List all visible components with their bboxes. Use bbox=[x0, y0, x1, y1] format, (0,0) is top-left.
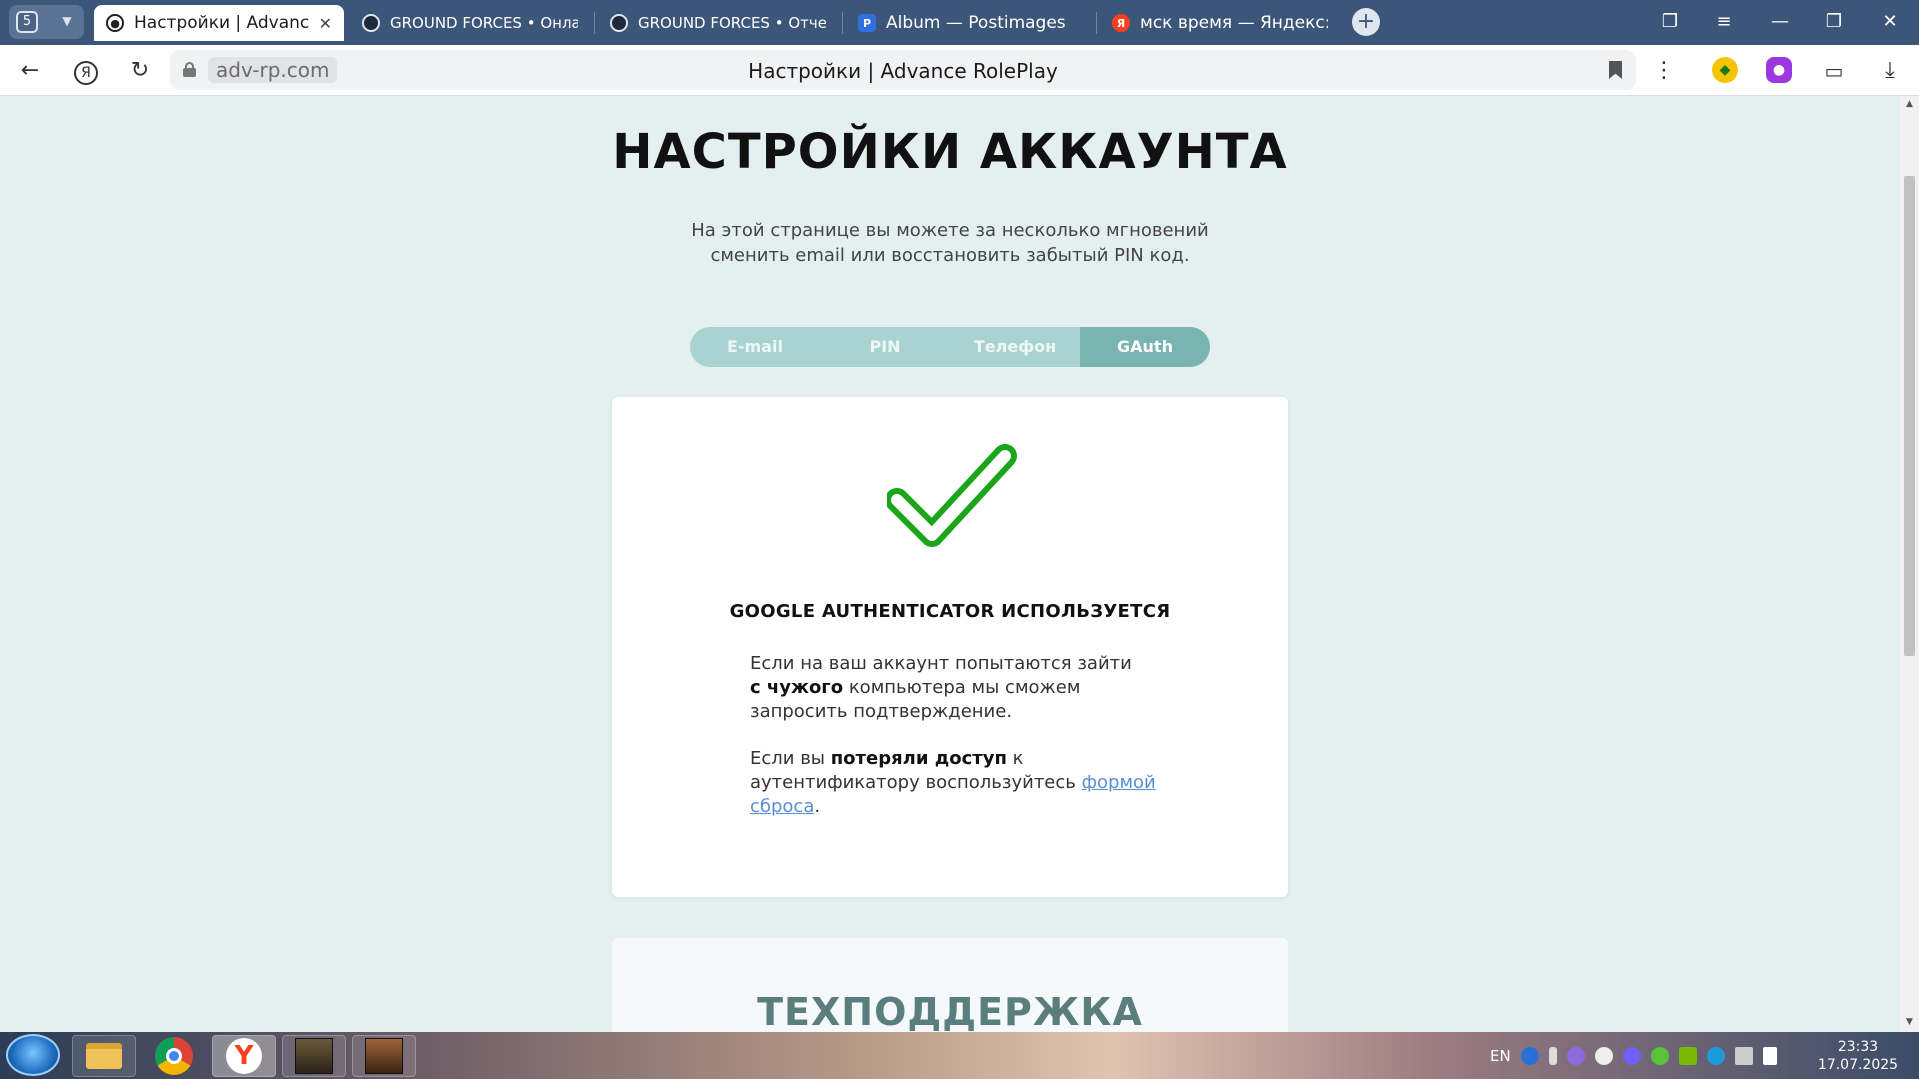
page-scrollbar[interactable]: ▲ ▼ bbox=[1900, 96, 1919, 1032]
tab-pin[interactable]: PIN bbox=[820, 327, 950, 367]
menu-icon[interactable]: ≡ bbox=[1706, 8, 1742, 36]
tab-title: GROUND FORCES • Отчетная д bbox=[638, 14, 826, 32]
browser-tab[interactable]: GROUND FORCES • Онлайн-пр bbox=[350, 5, 590, 41]
page-subtitle: На этой странице вы можете за несколько … bbox=[650, 218, 1250, 268]
yandex-browser-icon[interactable]: Y bbox=[212, 1035, 276, 1077]
tab-divider bbox=[842, 12, 843, 34]
chevron-down-icon: ▼ bbox=[62, 14, 72, 28]
page-heading: НАСТРОЙКИ АККАУНТА bbox=[612, 124, 1288, 180]
support-title: ТЕХПОДДЕРЖКА bbox=[757, 990, 1143, 1032]
settings-tabs: E-mail PIN Телефон GAuth bbox=[690, 327, 1210, 367]
chrome-icon[interactable] bbox=[142, 1035, 206, 1077]
tab-phone[interactable]: Телефон bbox=[950, 327, 1080, 367]
taskbar-clock[interactable]: 23:33 17.07.2025 bbox=[1810, 1038, 1906, 1074]
close-window-button[interactable]: ✕ bbox=[1872, 8, 1908, 36]
bold-text: потеряли доступ bbox=[830, 748, 1007, 769]
browser-tab-active[interactable]: ● Настройки | Advance R ✕ bbox=[94, 5, 344, 41]
game-app-icon[interactable] bbox=[282, 1035, 346, 1077]
game-app-icon[interactable] bbox=[352, 1035, 416, 1077]
tab-title: GROUND FORCES • Онлайн-пр bbox=[390, 14, 578, 32]
tab-title: Настройки | Advance R bbox=[134, 13, 309, 33]
page-content: НАСТРОЙКИ АККАУНТА На этой странице вы м… bbox=[0, 96, 1900, 1032]
reading-list-icon[interactable]: ▭ bbox=[1818, 55, 1850, 87]
browser-tab[interactable]: Я мск время — Яндекс: наш bbox=[1100, 5, 1340, 41]
advance-rp-logo-icon bbox=[362, 14, 380, 32]
text-segment: . bbox=[814, 796, 821, 817]
file-explorer-icon[interactable] bbox=[72, 1035, 136, 1077]
tab-title: мск время — Яндекс: наш bbox=[1140, 13, 1328, 33]
clock-date: 17.07.2025 bbox=[1817, 1057, 1899, 1073]
gauth-status: GOOGLE AUTHENTICATOR ИСПОЛЬЗУЕТСЯ bbox=[729, 601, 1171, 622]
tab-divider bbox=[594, 12, 595, 34]
url-field[interactable]: adv-rp.com Настройки | Advance RolePlay bbox=[170, 50, 1636, 90]
subtitle-line: сменить email или восстановить забытый P… bbox=[710, 245, 1190, 266]
scroll-down-icon[interactable]: ▼ bbox=[1904, 1017, 1915, 1029]
extension-green-icon[interactable]: ◆ bbox=[1712, 57, 1738, 83]
tray-expand-icon[interactable] bbox=[1548, 1047, 1557, 1065]
yandex-logo-icon: Я bbox=[1112, 14, 1130, 32]
start-button[interactable] bbox=[6, 1034, 60, 1076]
back-arrow-icon[interactable]: ← bbox=[14, 55, 46, 87]
advance-rp-logo-icon: ● bbox=[106, 14, 124, 32]
system-tray: EN bbox=[1490, 1044, 1777, 1068]
help-icon[interactable] bbox=[1520, 1047, 1539, 1065]
address-bar: ← Я ↻ adv-rp.com Настройки | Advance Rol… bbox=[0, 45, 1919, 96]
flag-icon[interactable] bbox=[1762, 1047, 1777, 1065]
bold-text: с чужого bbox=[750, 677, 844, 698]
text-segment: Если на ваш аккаунт попытаются зайти bbox=[750, 653, 1132, 674]
extension-purple-icon[interactable]: ● bbox=[1766, 57, 1792, 83]
gauth-description: Если на ваш аккаунт попытаются зайти с ч… bbox=[750, 652, 1160, 724]
yandex-icon: Я bbox=[74, 61, 98, 85]
more-vertical-icon[interactable]: ⋮ bbox=[1648, 55, 1680, 87]
reload-icon[interactable]: ↻ bbox=[124, 55, 156, 87]
gauth-card: GOOGLE AUTHENTICATOR ИСПОЛЬЗУЕТСЯ Если н… bbox=[612, 397, 1288, 897]
new-tab-button[interactable]: + bbox=[1352, 8, 1380, 36]
browser-tab-strip: 5 ▼ ● Настройки | Advance R ✕ GROUND FOR… bbox=[0, 0, 1919, 45]
gear-icon[interactable] bbox=[1706, 1047, 1725, 1065]
clock-time: 23:33 bbox=[1837, 1039, 1879, 1055]
checkmark-icon bbox=[887, 444, 1017, 547]
tab-gauth[interactable]: GAuth bbox=[1080, 327, 1210, 367]
minimize-button[interactable]: — bbox=[1762, 8, 1798, 36]
viber-icon[interactable] bbox=[1622, 1047, 1641, 1065]
utorrent-icon[interactable] bbox=[1650, 1047, 1669, 1065]
tab-collections-icon[interactable]: ❐ bbox=[1652, 8, 1688, 36]
windows-taskbar: Y EN 23:33 17.07.2025 bbox=[0, 1032, 1919, 1079]
postimages-logo-icon: P bbox=[858, 14, 876, 32]
text-segment: Если вы bbox=[750, 748, 826, 769]
tab-counter-button[interactable]: 5 ▼ bbox=[9, 5, 84, 39]
download-icon[interactable]: ⤓ bbox=[1874, 55, 1906, 87]
tab-divider bbox=[1096, 12, 1097, 34]
tab-title: Album — Postimages bbox=[886, 13, 1066, 33]
yandex-button[interactable]: Я bbox=[70, 55, 102, 87]
close-icon[interactable]: ✕ bbox=[319, 14, 332, 33]
scroll-up-icon[interactable]: ▲ bbox=[1904, 99, 1915, 111]
language-indicator[interactable]: EN bbox=[1490, 1047, 1511, 1065]
scrollbar-thumb[interactable] bbox=[1904, 176, 1915, 656]
tab-email[interactable]: E-mail bbox=[690, 327, 820, 367]
nvidia-icon[interactable] bbox=[1678, 1047, 1697, 1065]
browser-tab[interactable]: P Album — Postimages bbox=[846, 5, 1096, 41]
browser-tab[interactable]: GROUND FORCES • Отчетная д bbox=[598, 5, 838, 41]
restore-button[interactable]: ❐ bbox=[1816, 8, 1852, 36]
advance-rp-logo-icon bbox=[610, 14, 628, 32]
tab-count-badge: 5 bbox=[16, 11, 38, 33]
gauth-reset-note: Если вы потеряли доступ к аутентификатор… bbox=[750, 747, 1160, 819]
network-icon[interactable] bbox=[1734, 1047, 1753, 1065]
page-title-in-omnibox: Настройки | Advance RolePlay bbox=[748, 59, 1058, 83]
support-card: ТЕХПОДДЕРЖКА bbox=[612, 938, 1288, 1032]
volume-icon[interactable] bbox=[1594, 1047, 1613, 1065]
subtitle-line: На этой странице вы можете за несколько … bbox=[691, 220, 1209, 241]
pen-icon[interactable] bbox=[1566, 1047, 1585, 1065]
